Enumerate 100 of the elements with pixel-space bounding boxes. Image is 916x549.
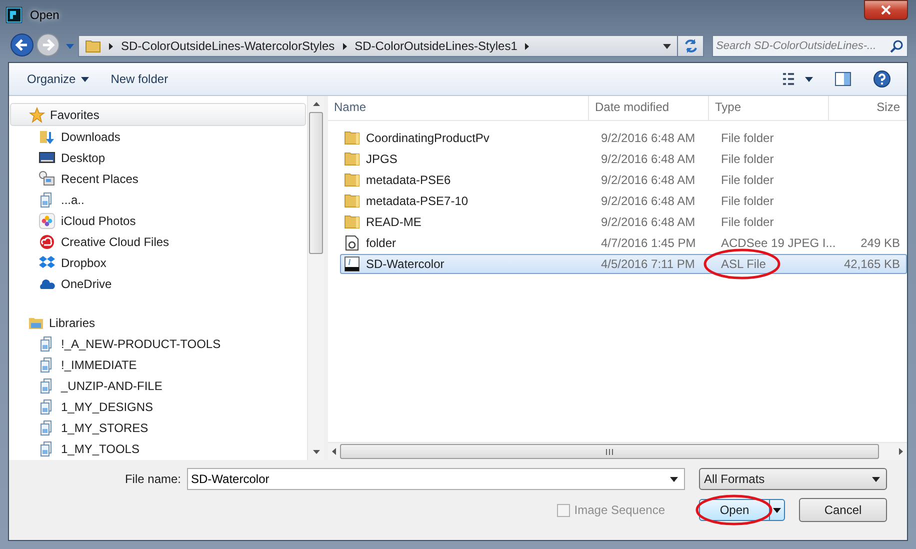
file-row[interactable]: CoordinatingProductPv 9/2/2016 6:48 AM File folder [340, 128, 907, 148]
sidebar-item[interactable]: Creative Cloud Files [9, 231, 307, 252]
caret-icon [773, 508, 781, 512]
file-type-dropdown[interactable]: All Formats [699, 468, 887, 490]
up-arrow-icon [312, 102, 320, 106]
window-title: Open [30, 8, 60, 22]
dropdown-icon [670, 477, 678, 482]
file-name-field[interactable]: SD-Watercolor [187, 468, 685, 490]
sidebar-group[interactable]: Favorites [10, 103, 306, 126]
close-icon [881, 5, 891, 15]
chevron-icon [342, 42, 347, 50]
sidebar-item[interactable]: !_A_NEW-PRODUCT-TOOLS [9, 333, 307, 354]
style-file-icon [344, 256, 360, 272]
cancel-button[interactable]: Cancel [799, 498, 887, 522]
column-header[interactable]: Size [829, 96, 907, 120]
scrollbar[interactable] [328, 442, 907, 460]
type-cell: File folder [721, 215, 774, 229]
type-cell: File folder [721, 131, 774, 145]
download-folder-icon [39, 128, 55, 144]
size-cell: 42,165 KB [844, 257, 900, 271]
sidebar-item[interactable]: Recent Places [9, 168, 307, 189]
forward-button[interactable] [36, 33, 62, 59]
folder-icon [344, 214, 360, 230]
list-view-icon [783, 73, 813, 85]
sidebar-item[interactable]: _UNZIP-AND-FILE [9, 375, 307, 396]
refresh-icon [682, 38, 698, 54]
file-name: READ-ME [366, 215, 422, 229]
sidebar-item[interactable]: !_IMMEDIATE [9, 354, 307, 375]
image-file-icon [344, 235, 360, 251]
chevron-icon [109, 42, 113, 50]
sidebar-item[interactable]: OneDrive [9, 273, 307, 294]
column-header[interactable]: Type [709, 96, 829, 120]
flower-icon [39, 212, 55, 228]
file-row[interactable]: metadata-PSE6 9/2/2016 6:48 AM File folder [340, 170, 907, 190]
new-folder-button[interactable]: New folder [102, 68, 176, 90]
sidebar-item[interactable]: 1_MY_STORES [9, 417, 307, 438]
breadcrumb[interactable]: SD-ColorOutsideLines-WatercolorStyles [121, 39, 335, 53]
field-label: File name: [124, 472, 181, 486]
file-name: JPGS [366, 152, 398, 166]
star-icon [29, 106, 45, 122]
caret-icon [80, 76, 89, 82]
folder-icon [344, 172, 360, 188]
breadcrumb[interactable]: SD-ColorOutsideLines-Styles1 [354, 39, 518, 53]
cloud-rings-icon [39, 234, 55, 250]
dropbox-icon [39, 254, 55, 270]
down-arrow-icon [312, 450, 320, 454]
file-row[interactable]: SD-Watercolor 4/5/2016 7:11 PM ASL File 42,165 KB [340, 254, 907, 274]
dropdown-icon [66, 44, 74, 48]
column-header[interactable]: Date modified [589, 96, 709, 120]
sidebar-item[interactable]: ...a.. [9, 189, 307, 210]
help-icon [873, 70, 891, 88]
monitor-icon [39, 150, 55, 166]
left-arrow-icon [332, 448, 336, 455]
file-name: metadata-PSE6 [366, 173, 451, 187]
sidebar-item[interactable]: 1_MY_DESIGNS [9, 396, 307, 417]
file-row[interactable]: READ-ME 9/2/2016 6:48 AM File folder [340, 212, 907, 232]
date-cell-text: 4/7/2016 1:45 PM [600, 236, 697, 250]
file-row[interactable]: JPGS 9/2/2016 6:48 AM File folder [340, 149, 907, 169]
date-cell-text: 9/2/2016 6:48 AM [600, 215, 696, 229]
sidebar-item[interactable]: Downloads [9, 126, 307, 147]
date-cell-text: 4/5/2016 7:11 PM [600, 257, 696, 271]
column-header[interactable]: Name [328, 96, 589, 120]
sidebar-item[interactable]: iCloud Photos [9, 210, 307, 231]
dropdown-icon [663, 44, 671, 48]
file-name: SD-Watercolor [366, 257, 444, 271]
dropdown-icon [872, 476, 880, 482]
date-cell-text: 9/2/2016 6:48 AM [600, 131, 696, 145]
close-button[interactable] [864, 0, 908, 20]
sidebar-group[interactable]: Libraries [10, 312, 306, 333]
recent-places-icon [39, 170, 55, 186]
sidebar-item[interactable]: Dropbox [9, 252, 307, 273]
file-name: metadata-PSE7-10 [366, 194, 468, 208]
type-cell: File folder [721, 173, 774, 187]
folder-icon [344, 193, 360, 209]
refresh-button[interactable] [678, 35, 704, 57]
pane-icon [835, 72, 851, 86]
folder-icon [344, 130, 360, 146]
right-arrow-icon [899, 448, 903, 455]
type-cell: File folder [721, 194, 774, 208]
file-row[interactable]: folder 4/7/2016 1:45 PM ACDSee 19 JPEG I... 249 KB [340, 233, 907, 253]
back-button[interactable] [10, 33, 36, 59]
app-icon [6, 7, 22, 23]
date-cell-text: 9/2/2016 6:48 AM [600, 152, 696, 166]
date-cell-text: 9/2/2016 6:48 AM [600, 173, 696, 187]
type-cell: ASL File [721, 257, 766, 271]
size-cell: 249 KB [860, 236, 900, 250]
file-name: CoordinatingProductPv [366, 131, 490, 145]
organize-menu-button[interactable]: Organize [19, 68, 97, 90]
grip-icon [606, 448, 613, 454]
sidebar-item[interactable]: Desktop [9, 147, 307, 168]
address-bar[interactable]: SD-ColorOutsideLines-WatercolorStyles SD-ColorOutsideLines-Styles1 [78, 35, 678, 57]
search-field[interactable]: Search SD-ColorOutsideLines-... [712, 35, 908, 57]
type-cell: File folder [721, 152, 774, 166]
sidebar-item[interactable]: 1_MY_TOOLS [9, 438, 307, 459]
type-cell: ACDSee 19 JPEG I... [721, 236, 836, 250]
date-cell-text: 9/2/2016 6:48 AM [600, 194, 696, 208]
folder-icon [85, 38, 101, 54]
open-button[interactable]: Open [699, 499, 785, 521]
folder-icon [344, 151, 360, 167]
file-row[interactable]: metadata-PSE7-10 9/2/2016 6:48 AM File folder [340, 191, 907, 211]
